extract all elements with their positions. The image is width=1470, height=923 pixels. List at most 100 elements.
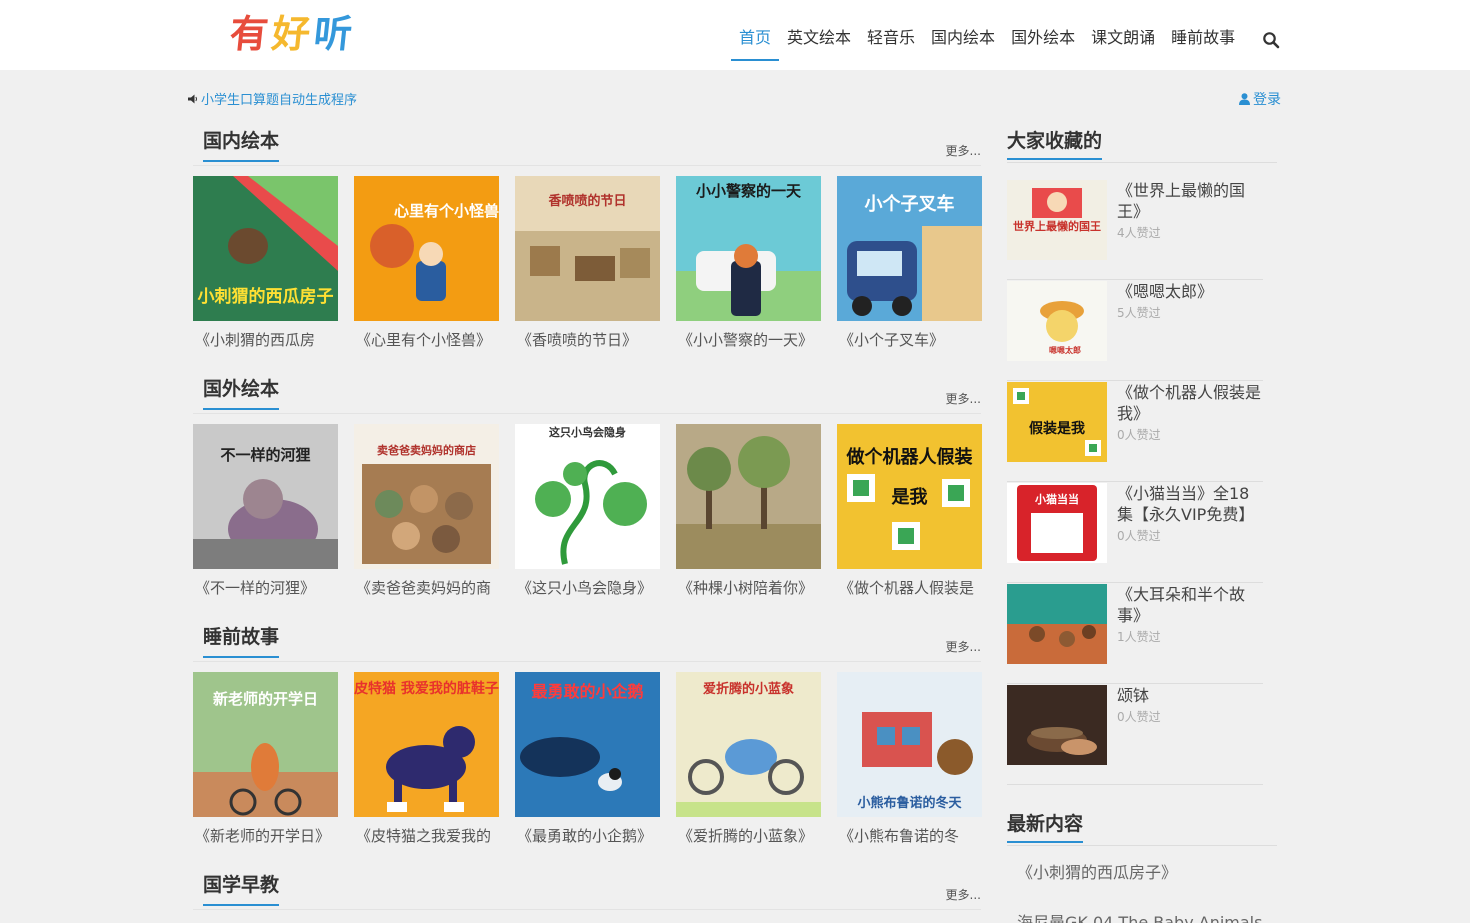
book-card[interactable]: 小熊布鲁诺的冬天 《小熊布鲁诺的冬 <box>837 672 982 846</box>
login-label[interactable]: 登录 <box>1253 89 1281 109</box>
favorite-item[interactable]: 颂钵 0人赞过 <box>1007 685 1263 785</box>
favorite-info[interactable]: 《大耳朵和半个故事》 1人赞过 <box>1117 584 1263 645</box>
book-card[interactable]: 卖爸爸卖妈妈的商店 《卖爸爸卖妈妈的商 <box>354 424 499 598</box>
site-logo[interactable]: 有 好 听 <box>228 12 355 56</box>
book-cover[interactable]: 香喷喷的节日 <box>515 176 660 321</box>
book-cover[interactable]: 爱折腾的小蓝象 <box>676 672 821 817</box>
book-cover[interactable]: 皮特猫 我爱我的脏鞋子 <box>354 672 499 817</box>
cover-title: 小小警察的一天 <box>695 182 801 200</box>
notice-link[interactable]: 小学生口算题自动生成程序 <box>201 89 357 108</box>
book-card[interactable]: 小小警察的一天 《小小警察的一天》 <box>676 176 821 350</box>
book-cover[interactable]: 小小警察的一天 <box>676 176 821 321</box>
book-title[interactable]: 《小个子叉车》 <box>837 329 982 350</box>
book-title[interactable]: 《做个机器人假装是 <box>837 577 982 598</box>
book-card[interactable]: 不一样的河狸 《不一样的河狸》 <box>193 424 338 598</box>
book-title[interactable]: 《小小警察的一天》 <box>676 329 821 350</box>
book-card[interactable]: 小刺猬的西瓜房子 《小刺猬的西瓜房 <box>193 176 338 350</box>
book-title[interactable]: 《小刺猬的西瓜房 <box>193 329 338 350</box>
favorite-info[interactable]: 颂钵 0人赞过 <box>1117 685 1263 725</box>
book-title[interactable]: 《新老师的开学日》 <box>193 825 338 846</box>
favorite-item[interactable]: 小猫当当 《小猫当当》全18集【永久VIP免费】 0人赞过 <box>1007 483 1263 583</box>
favorite-info[interactable]: 《小猫当当》全18集【永久VIP免费】 0人赞过 <box>1117 483 1263 544</box>
book-title[interactable]: 《最勇敢的小企鹅》 <box>515 825 660 846</box>
latest-item[interactable]: 《小刺猬的西瓜房子》 <box>1017 859 1177 883</box>
favorite-likes: 0人赞过 <box>1117 529 1161 543</box>
book-title[interactable]: 《不一样的河狸》 <box>193 577 338 598</box>
nav-light-music[interactable]: 轻音乐 <box>859 20 923 61</box>
favorite-thumb[interactable]: 小猫当当 <box>1007 483 1107 563</box>
book-cover[interactable]: 心里有个小怪兽 <box>354 176 499 321</box>
book-cover[interactable]: 做个机器人假装是我 <box>837 424 982 569</box>
nav-text-recitation[interactable]: 课文朗诵 <box>1083 20 1163 61</box>
latest-item[interactable]: 海尼曼GK 04 The Baby Animals <box>1017 909 1262 923</box>
book-cover[interactable]: 最勇敢的小企鹅 <box>515 672 660 817</box>
book-title[interactable]: 《卖爸爸卖妈妈的商 <box>354 577 499 598</box>
book-title[interactable]: 《种棵小树陪着你》 <box>676 577 821 598</box>
book-cover[interactable]: 不一样的河狸 <box>193 424 338 569</box>
nav-domestic-picturebooks[interactable]: 国内绘本 <box>923 20 1003 61</box>
book-title[interactable]: 《爱折腾的小蓝象》 <box>676 825 821 846</box>
nav-bedtime-stories[interactable]: 睡前故事 <box>1163 20 1243 61</box>
book-cover[interactable]: 卖爸爸卖妈妈的商店 <box>354 424 499 569</box>
more-link[interactable]: 更多... <box>946 142 981 159</box>
book-cover[interactable]: 小熊布鲁诺的冬天 <box>837 672 982 817</box>
book-cover[interactable] <box>676 424 821 569</box>
section-title: 国学早教 <box>203 874 280 906</box>
favorite-item[interactable]: 嗯嗯太郎 《嗯嗯太郎》 5人赞过 <box>1007 281 1263 381</box>
favorite-item[interactable]: 《大耳朵和半个故事》 1人赞过 <box>1007 584 1263 684</box>
favorite-item[interactable]: 世界上最懒的国王 《世界上最懒的国王》 4人赞过 <box>1007 180 1263 280</box>
favorite-name[interactable]: 颂钵 <box>1117 685 1263 706</box>
book-cover[interactable]: 新老师的开学日 <box>193 672 338 817</box>
favorite-item[interactable]: 假装是我 《做个机器人假装是我》 0人赞过 <box>1007 382 1263 482</box>
search-icon[interactable] <box>1262 31 1280 49</box>
book-card[interactable]: 心里有个小怪兽 《心里有个小怪兽》 <box>354 176 499 350</box>
more-link[interactable]: 更多... <box>946 638 981 655</box>
book-card[interactable]: 这只小鸟会隐身 《这只小鸟会隐身》 <box>515 424 660 598</box>
favorite-info[interactable]: 《做个机器人假装是我》 0人赞过 <box>1117 382 1263 443</box>
cover-title: 这只小鸟会隐身 <box>549 426 626 439</box>
favorite-thumb[interactable] <box>1007 584 1107 664</box>
sidebar-latest: 最新内容 <box>1007 813 1277 846</box>
nav-home[interactable]: 首页 <box>731 20 780 61</box>
favorite-name[interactable]: 《小猫当当》全18集【永久VIP免费】 <box>1117 483 1263 525</box>
book-cover[interactable]: 这只小鸟会隐身 <box>515 424 660 569</box>
book-title[interactable]: 《小熊布鲁诺的冬 <box>837 825 982 846</box>
cover-title: 做个机器人假装是我 <box>846 447 973 508</box>
nav-english-picturebooks[interactable]: 英文绘本 <box>779 20 859 61</box>
favorite-thumb[interactable]: 嗯嗯太郎 <box>1007 281 1107 361</box>
favorite-name[interactable]: 《嗯嗯太郎》 <box>1117 281 1263 302</box>
book-card[interactable]: 皮特猫 我爱我的脏鞋子 《皮特猫之我爱我的 <box>354 672 499 846</box>
book-card[interactable]: 香喷喷的节日 《香喷喷的节日》 <box>515 176 660 350</box>
login-link[interactable]: 登录 <box>1239 89 1281 109</box>
cover-title: 心里有个小怪兽 <box>394 202 499 220</box>
book-card[interactable]: 最勇敢的小企鹅 《最勇敢的小企鹅》 <box>515 672 660 846</box>
book-title[interactable]: 《皮特猫之我爱我的 <box>354 825 499 846</box>
logo-char-3: 听 <box>311 12 355 56</box>
section-classics: 国学早教 更多... <box>193 868 981 920</box>
book-cover[interactable]: 小刺猬的西瓜房子 <box>193 176 338 321</box>
sidebar-title: 最新内容 <box>1007 813 1084 843</box>
cover-title: 小刺猬的西瓜房子 <box>197 287 334 307</box>
book-card[interactable]: 新老师的开学日 《新老师的开学日》 <box>193 672 338 846</box>
book-card[interactable]: 爱折腾的小蓝象 《爱折腾的小蓝象》 <box>676 672 821 846</box>
favorite-thumb[interactable]: 世界上最懒的国王 <box>1007 180 1107 260</box>
book-card[interactable]: 做个机器人假装是我 《做个机器人假装是 <box>837 424 982 598</box>
more-link[interactable]: 更多... <box>946 390 981 407</box>
book-title[interactable]: 《这只小鸟会隐身》 <box>515 577 660 598</box>
book-card[interactable]: 小个子叉车 《小个子叉车》 <box>837 176 982 350</box>
book-title[interactable]: 《心里有个小怪兽》 <box>354 329 499 350</box>
favorite-info[interactable]: 《世界上最懒的国王》 4人赞过 <box>1117 180 1263 241</box>
favorite-thumb[interactable]: 假装是我 <box>1007 382 1107 462</box>
notice-bar[interactable]: 小学生口算题自动生成程序 <box>188 89 357 108</box>
book-cover[interactable]: 小个子叉车 <box>837 176 982 321</box>
book-title[interactable]: 《香喷喷的节日》 <box>515 329 660 350</box>
favorite-thumb[interactable] <box>1007 685 1107 765</box>
section-domestic: 国内绘本 更多... 小刺猬的西瓜房子 《小刺猬的西瓜房 心里有个小怪兽 《心里… <box>193 124 982 350</box>
nav-foreign-picturebooks[interactable]: 国外绘本 <box>1003 20 1083 61</box>
favorite-info[interactable]: 《嗯嗯太郎》 5人赞过 <box>1117 281 1263 321</box>
book-card[interactable]: 《种棵小树陪着你》 <box>676 424 821 598</box>
favorite-name[interactable]: 《大耳朵和半个故事》 <box>1117 584 1263 626</box>
more-link[interactable]: 更多... <box>946 886 981 903</box>
favorite-name[interactable]: 《做个机器人假装是我》 <box>1117 382 1263 424</box>
favorite-name[interactable]: 《世界上最懒的国王》 <box>1117 180 1263 222</box>
